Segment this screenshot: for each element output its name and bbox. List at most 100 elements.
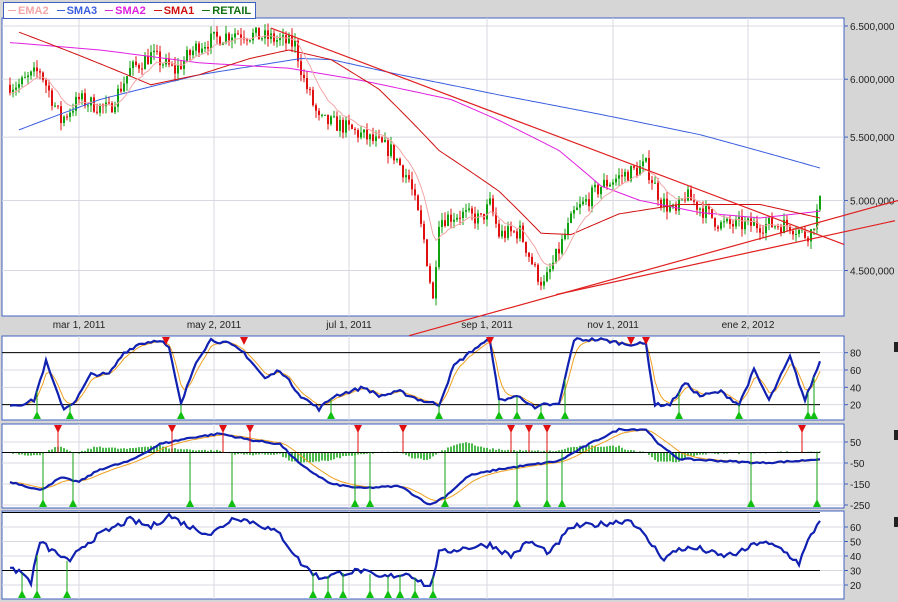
candle <box>777 226 779 228</box>
candle <box>33 67 35 72</box>
candle <box>699 208 701 210</box>
y-tick-label: 50 <box>850 538 862 549</box>
candle <box>288 35 290 44</box>
legend-item-ema2[interactable]: EMA2 <box>8 5 49 17</box>
candle <box>465 210 467 212</box>
candle <box>687 189 689 201</box>
candle <box>690 189 692 201</box>
y-tick-label: 6.000,000 <box>850 75 895 86</box>
candle <box>357 130 359 138</box>
candle <box>417 195 419 211</box>
candle <box>156 50 158 52</box>
candle <box>678 199 680 211</box>
candle <box>597 184 599 195</box>
candle <box>240 34 242 38</box>
candle <box>291 35 293 47</box>
candle <box>456 217 458 220</box>
candle <box>480 213 482 215</box>
candle <box>342 119 344 133</box>
candle <box>294 40 296 47</box>
candle <box>543 281 545 286</box>
y-tick-label: 20 <box>850 581 862 592</box>
candle <box>468 208 470 211</box>
candle <box>609 184 611 187</box>
candle <box>237 33 239 35</box>
candle <box>486 204 488 220</box>
candle <box>81 93 83 100</box>
candle <box>666 198 668 212</box>
panel-handle[interactable] <box>894 430 898 440</box>
candle <box>336 116 338 131</box>
candle <box>384 139 386 143</box>
y-tick-label: -50 <box>850 459 865 470</box>
legend-swatch <box>8 10 16 11</box>
candle <box>693 200 695 202</box>
candle <box>189 50 191 56</box>
legend-item-retail[interactable]: RETAIL <box>202 5 251 17</box>
legend-swatch <box>153 10 162 11</box>
candle <box>15 87 17 90</box>
chart-legend: EMA2 SMA3 SMA2 SMA1 RETAIL <box>3 2 257 19</box>
candle <box>798 229 800 234</box>
candle <box>732 224 734 227</box>
candle <box>114 106 116 113</box>
candle <box>213 31 215 34</box>
panel-handle[interactable] <box>894 517 898 527</box>
x-tick-label: mar 1, 2011 <box>53 320 106 331</box>
candle <box>462 211 464 219</box>
candle <box>441 220 443 227</box>
candle <box>657 182 659 200</box>
candle <box>591 187 593 207</box>
candle <box>726 218 728 222</box>
candle <box>648 157 650 181</box>
candle <box>453 219 455 222</box>
candle <box>216 31 218 37</box>
candle <box>234 33 236 38</box>
candle <box>759 228 761 233</box>
legend-item-sma2[interactable]: SMA2 <box>105 5 146 17</box>
candle <box>492 198 494 214</box>
y-tick-label: 5.000,000 <box>850 196 895 207</box>
candle <box>633 166 635 168</box>
candle <box>651 180 653 183</box>
candle <box>531 256 533 265</box>
legend-item-sma1[interactable]: SMA1 <box>153 5 194 17</box>
candle <box>540 281 542 286</box>
candle <box>138 64 140 69</box>
candle <box>429 266 431 283</box>
candle <box>741 217 743 230</box>
candle <box>375 136 377 141</box>
stock-chart[interactable]: 6.500,000 6.000,000 5.500,000 5.000,000 4.50… <box>0 0 898 602</box>
candle <box>135 61 137 65</box>
candle <box>306 78 308 90</box>
candle <box>51 90 53 106</box>
candle <box>330 116 332 125</box>
candle <box>210 33 212 49</box>
candle <box>273 33 275 42</box>
candle <box>264 30 266 39</box>
candle <box>207 46 209 49</box>
legend-item-sma3[interactable]: SMA3 <box>56 5 97 17</box>
candle <box>258 27 260 40</box>
candle <box>198 43 200 53</box>
candle <box>435 267 437 299</box>
legend-swatch <box>202 10 211 11</box>
candle <box>819 195 821 210</box>
candle <box>126 76 128 84</box>
candle <box>750 218 752 226</box>
candle <box>669 206 671 212</box>
candle <box>372 134 374 141</box>
candle <box>225 33 227 43</box>
candle <box>474 213 476 224</box>
candle <box>165 58 167 65</box>
x-tick-label: nov 1, 2011 <box>587 320 639 331</box>
candle <box>423 223 425 240</box>
legend-label: EMA2 <box>18 4 49 17</box>
panel-handle[interactable] <box>894 342 898 352</box>
candle <box>324 114 326 116</box>
panel-2-frame <box>1 335 845 421</box>
candle <box>522 225 524 242</box>
candle <box>594 184 596 188</box>
candle <box>636 167 638 176</box>
candle <box>45 80 47 86</box>
